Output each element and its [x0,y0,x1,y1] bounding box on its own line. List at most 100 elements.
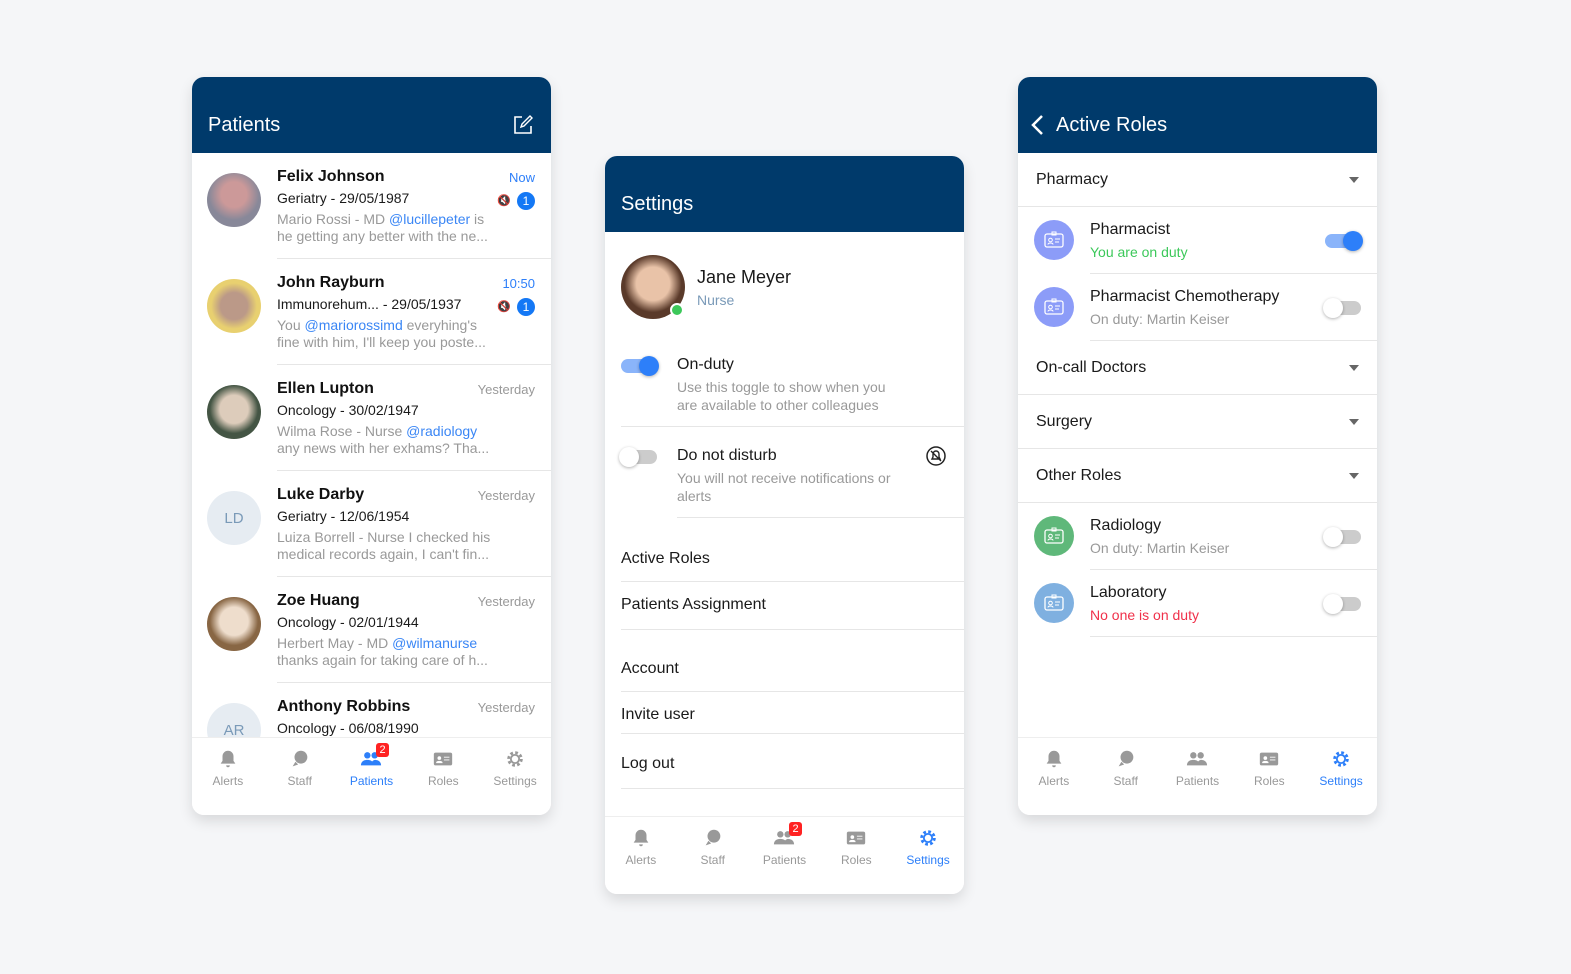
role-duty-toggle[interactable] [1323,298,1361,318]
timestamp: Yesterday [477,700,535,715]
nav-label: Alerts [625,853,657,867]
role-group-dropdown[interactable]: Other Roles [1018,449,1377,503]
nav-patients[interactable]: Patients [1162,738,1234,815]
role-status: On duty: Martin Keiser [1090,311,1230,327]
role-item: Radiology On duty: Martin Keiser [1034,503,1377,570]
dnd-label: Do not disturb [677,447,777,464]
patient-detail: Oncology - 30/02/1947 [277,402,419,418]
user-role: Nurse [697,292,735,308]
nav-settings[interactable]: Settings [1305,738,1377,815]
page-title: Active Roles [1056,114,1168,136]
caret-down-icon [1349,365,1359,376]
bell-off-icon [926,446,946,466]
patient-name: Felix Johnson [277,168,385,185]
chat-icon [1115,748,1137,770]
timestamp: Yesterday [477,594,535,609]
role-status: On duty: Martin Keiser [1090,540,1230,556]
id-card-icon [432,748,454,770]
role-group-dropdown[interactable]: Pharmacy [1018,153,1377,207]
on-duty-desc: Use this toggle to show when you are ava… [677,379,886,413]
avatar [207,173,261,227]
back-arrow-icon[interactable] [1030,114,1044,136]
on-duty-toggle[interactable] [621,356,659,376]
id-badge-icon [1034,220,1074,260]
muted-icon: 🔇 [497,195,511,207]
patient-detail: Geriatry - 29/05/1987 [277,190,410,206]
role-group-dropdown[interactable]: Surgery [1018,395,1377,449]
role-item: Laboratory No one is on duty [1034,570,1377,637]
nav-alerts[interactable]: Alerts [192,738,264,815]
caret-down-icon [1349,177,1359,188]
patient-list: Felix Johnson Now Geriatry - 29/05/1987 🔇… [192,153,551,789]
nav-alerts[interactable]: Alerts [605,817,677,894]
avatar [207,597,261,651]
header: Patients [192,77,551,153]
mention-link[interactable]: @wilmanurse [392,635,477,651]
menu-item[interactable]: Invite user [621,692,964,734]
muted-icon: 🔇 [497,301,511,313]
nav-label: Roles [427,774,459,788]
nav-settings[interactable]: Settings [892,817,964,894]
nav-staff[interactable]: Staff [264,738,336,815]
menu-item[interactable]: Patients Assignment [621,582,964,630]
menu-item[interactable]: Log out [621,741,964,789]
caret-down-icon [1349,419,1359,430]
nav-roles[interactable]: Roles [407,738,479,815]
mention-link[interactable]: @radiology [406,423,477,439]
nav-label: Staff [1113,774,1138,788]
avatar: LD [207,491,261,545]
patient-list-item[interactable]: John Rayburn 10:50 Immunorehum... - 29/0… [207,259,551,365]
dnd-toggle[interactable] [619,447,657,467]
nav-label: Roles [840,853,872,867]
nav-settings[interactable]: Settings [479,738,551,815]
nav-label: Alerts [212,774,244,788]
patient-list-item[interactable]: Felix Johnson Now Geriatry - 29/05/1987 🔇… [207,153,551,259]
nav-staff[interactable]: Staff [1090,738,1162,815]
bottom-nav: Alerts Staff Patients Roles Settings [1018,737,1377,815]
nav-label: Patients [762,853,807,867]
role-name: Laboratory [1090,584,1167,601]
menu-item[interactable]: Active Roles [621,540,964,582]
nav-label: Settings [906,853,950,867]
online-status-dot [670,303,684,317]
active-roles-screen: Active Roles Pharmacy Pharmacist You are… [1018,77,1377,815]
mention-link[interactable]: @mariorossimd [305,317,403,333]
nav-patients[interactable]: 2 Patients [749,817,821,894]
user-name: Jane Meyer [697,267,792,287]
bottom-nav: Alerts Staff 2 Patients Roles Settings [605,816,964,894]
nav-label: Settings [493,774,537,788]
chat-icon [702,827,724,849]
id-badge-icon [1034,287,1074,327]
mention-link[interactable]: @lucillepeter [389,211,470,227]
role-duty-toggle[interactable] [1323,527,1361,547]
page-title: Settings [621,193,694,215]
bell-icon [1043,748,1065,770]
compose-icon[interactable] [513,115,533,135]
patient-list-item[interactable]: Zoe Huang Yesterday Oncology - 02/01/194… [207,577,551,683]
nav-alerts[interactable]: Alerts [1018,738,1090,815]
nav-label: Patients [1175,774,1220,788]
role-duty-toggle[interactable] [1325,231,1363,251]
nav-staff[interactable]: Staff [677,817,749,894]
patient-name: Anthony Robbins [277,698,411,715]
last-message: Luiza Borrell - Nurse I checked his medi… [277,529,491,562]
patient-name: Ellen Lupton [277,380,374,397]
last-message: Herbert May - MD @wilmanurse thanks agai… [277,635,488,668]
nav-roles[interactable]: Roles [1233,738,1305,815]
nav-roles[interactable]: Roles [820,817,892,894]
nav-label: Patients [349,774,394,788]
timestamp: Now [508,170,535,185]
role-name: Pharmacist [1090,221,1171,238]
patient-detail: Immunorehum... - 29/05/1937 [277,296,462,312]
role-group-dropdown[interactable]: On-call Doctors [1018,341,1377,395]
role-duty-toggle[interactable] [1323,594,1361,614]
patient-list-item[interactable]: LD Luke Darby Yesterday Geriatry - 12/06… [207,471,551,577]
patient-list-item[interactable]: Ellen Lupton Yesterday Oncology - 30/02/… [207,365,551,471]
role-item: Pharmacist You are on duty [1034,207,1377,274]
nav-patients[interactable]: 2 Patients [336,738,408,815]
id-card-icon [845,827,867,849]
menu-item[interactable]: Account [621,650,964,692]
bell-icon [217,748,239,770]
caret-down-icon [1349,473,1359,484]
patient-detail: Oncology - 06/08/1990 [277,720,419,736]
